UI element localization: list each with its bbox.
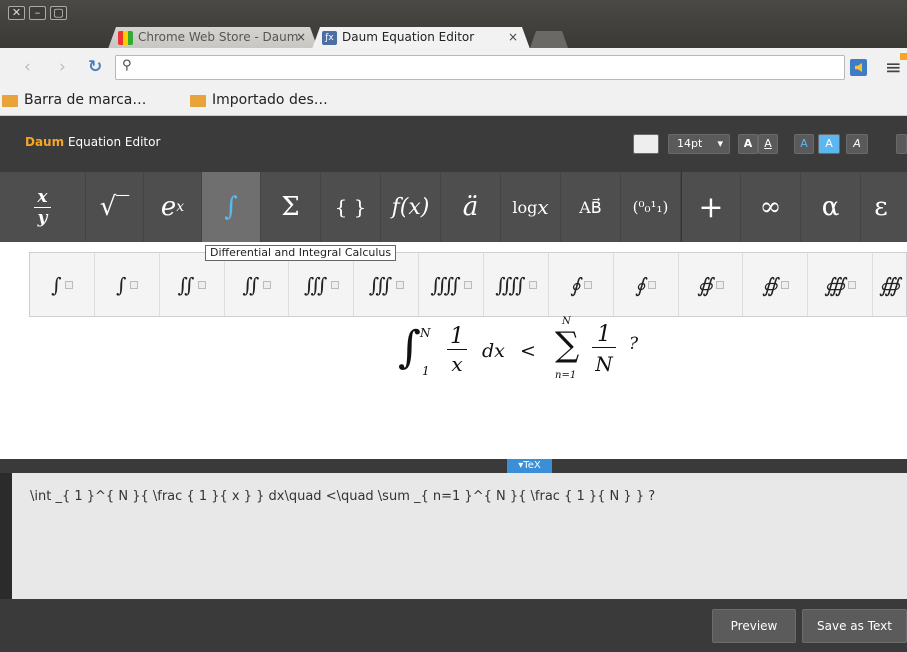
- font-size-value: 14pt: [677, 137, 703, 150]
- integral-sign: ∫: [398, 322, 421, 373]
- back-icon[interactable]: ‹: [24, 57, 31, 77]
- operator-category-button[interactable]: +: [681, 172, 741, 242]
- volume-integral-limits-button[interactable]: ∰: [873, 253, 906, 316]
- tab-close-icon[interactable]: ×: [296, 27, 306, 48]
- highlight-button[interactable]: A: [818, 134, 840, 154]
- surface-integral-limits-button[interactable]: ∯: [743, 253, 809, 316]
- double-integral-button[interactable]: ∬: [160, 253, 225, 316]
- tab-daum-equation-editor[interactable]: ƒx Daum Equation Editor ×: [312, 27, 530, 49]
- quad-integral-limits-button[interactable]: ⨌: [484, 253, 549, 316]
- tab-label: Chrome Web Store - Daum: [138, 30, 299, 44]
- epsilon-category-button[interactable]: ε: [861, 172, 901, 242]
- tab-chrome-web-store[interactable]: Chrome Web Store - Daum ×: [108, 27, 318, 49]
- vector-category-button[interactable]: AB⃗: [561, 172, 621, 242]
- underline-button[interactable]: A: [758, 134, 778, 154]
- search-icon: ⚲: [122, 58, 132, 73]
- font-size-select[interactable]: 14pt ▾: [668, 134, 730, 154]
- bookmark-folder-1[interactable]: Barra de marca…: [2, 92, 146, 108]
- contour-integral-button[interactable]: ∮: [549, 253, 614, 316]
- contour-integral-limits-button[interactable]: ∮: [614, 253, 679, 316]
- editor-logo: Daum Equation Editor: [25, 135, 160, 149]
- bookmarks-bar: Barra de marca… Importado des…: [0, 88, 907, 116]
- new-tab-button[interactable]: [530, 31, 568, 48]
- log-category-button[interactable]: log x: [501, 172, 561, 242]
- surface-integral-button[interactable]: ∯: [679, 253, 744, 316]
- less-than-sign: <: [520, 340, 536, 362]
- tab-label: Daum Equation Editor: [342, 30, 475, 44]
- folder-icon: [2, 95, 18, 107]
- integral-lower-limit: 1: [422, 364, 430, 378]
- italic-button[interactable]: A: [846, 134, 868, 154]
- exponent-category-button[interactable]: ex: [144, 172, 202, 242]
- editor-header: Daum Equation Editor 14pt ▾ A A A A A: [0, 116, 907, 172]
- window-close-button[interactable]: ✕: [8, 6, 25, 20]
- double-integral-limits-button[interactable]: ∬: [225, 253, 290, 316]
- rendered-formula: ∫ N 1 1 x dx < ∑ N n=1 1 N ?: [398, 316, 658, 395]
- function-category-button[interactable]: f(x): [381, 172, 441, 242]
- summation-sign: ∑: [555, 325, 580, 365]
- chrome-store-icon: [118, 31, 133, 45]
- sum-lower-limit: n=1: [555, 370, 577, 381]
- volume-integral-button[interactable]: ∰: [808, 253, 874, 316]
- fraction-numerator: 1: [447, 324, 467, 350]
- bookmark-label: Barra de marca…: [24, 92, 147, 108]
- bookmark-label: Importado des…: [212, 92, 328, 108]
- sum-fraction-denominator: N: [595, 352, 613, 376]
- tex-source-text[interactable]: \int _{ 1 }^{ N }{ \frac { 1 }{ x } } dx…: [30, 489, 655, 504]
- integral-category-button[interactable]: ∫: [202, 172, 261, 242]
- browser-toolbar: ‹ › ↻ ⚲ ☆ ≡: [0, 48, 907, 88]
- braces-category-button[interactable]: { }: [321, 172, 381, 242]
- quad-integral-button[interactable]: ⨌: [419, 253, 485, 316]
- tab-close-icon[interactable]: ×: [508, 27, 518, 48]
- tex-splitter[interactable]: [0, 459, 907, 473]
- reload-icon[interactable]: ↻: [88, 57, 102, 77]
- dx-term: dx: [482, 340, 505, 362]
- integral-limits-button[interactable]: ∫: [95, 253, 160, 316]
- folder-icon: [190, 95, 206, 107]
- fraction-y-icon: y: [37, 207, 48, 228]
- omnibox[interactable]: ⚲ ☆: [115, 55, 845, 80]
- tex-toggle-button[interactable]: ▾TeX: [507, 459, 552, 473]
- text-color-button[interactable]: A: [794, 134, 814, 154]
- triple-integral-limits-button[interactable]: ∭: [354, 253, 420, 316]
- browser-titlebar: ✕ – ▢ Chrome Web Store - Daum × ƒx Daum …: [0, 0, 907, 48]
- fraction-x-icon: x: [34, 187, 51, 208]
- preview-button[interactable]: Preview: [712, 609, 796, 643]
- extension-speaker-icon[interactable]: [850, 59, 867, 76]
- category-tooltip: Differential and Integral Calculus: [205, 245, 397, 261]
- integral-button[interactable]: ∫: [30, 253, 95, 316]
- editor-title: Equation Editor: [67, 135, 161, 149]
- matrix-category-button[interactable]: (⁰₀¹₁): [621, 172, 681, 242]
- fraction-denominator: x: [451, 352, 463, 376]
- bold-button[interactable]: A: [738, 134, 758, 154]
- bookmark-folder-2[interactable]: Importado des…: [190, 92, 328, 108]
- root-category-button[interactable]: √‾: [86, 172, 144, 242]
- color-swatch-button[interactable]: [633, 134, 659, 154]
- daum-editor-favicon-icon: ƒx: [322, 31, 337, 45]
- chevron-down-icon: ▾: [717, 137, 723, 150]
- daum-logo: Daum: [25, 135, 65, 149]
- infinity-category-button[interactable]: ∞: [741, 172, 801, 242]
- greek-category-button[interactable]: α: [801, 172, 861, 242]
- symbol-category-bar: xy √‾ ex ∫ Σ { } f(x) ä log x AB⃗ (⁰₀¹₁) …: [0, 172, 907, 242]
- window-maximize-button[interactable]: ▢: [50, 6, 67, 20]
- forward-icon[interactable]: ›: [59, 57, 66, 77]
- triple-integral-button[interactable]: ∭: [289, 253, 355, 316]
- integral-upper-limit: N: [420, 326, 431, 340]
- question-mark: ?: [629, 334, 639, 354]
- integral-symbol-panel: ∫ ∫ ∬ ∬ ∭ ∭ ⨌ ⨌ ∮ ∮ ∯ ∯ ∰ ∰: [29, 252, 907, 317]
- overflow-button[interactable]: [896, 134, 907, 154]
- save-as-text-button[interactable]: Save as Text: [802, 609, 907, 643]
- update-badge-icon: [900, 53, 907, 60]
- sum-fraction-numerator: 1: [592, 322, 616, 348]
- fraction-category-button[interactable]: xy: [0, 172, 86, 242]
- sum-category-button[interactable]: Σ: [261, 172, 321, 242]
- accent-category-button[interactable]: ä: [441, 172, 501, 242]
- window-minimize-button[interactable]: –: [29, 6, 46, 20]
- sum-upper-limit: N: [562, 316, 571, 327]
